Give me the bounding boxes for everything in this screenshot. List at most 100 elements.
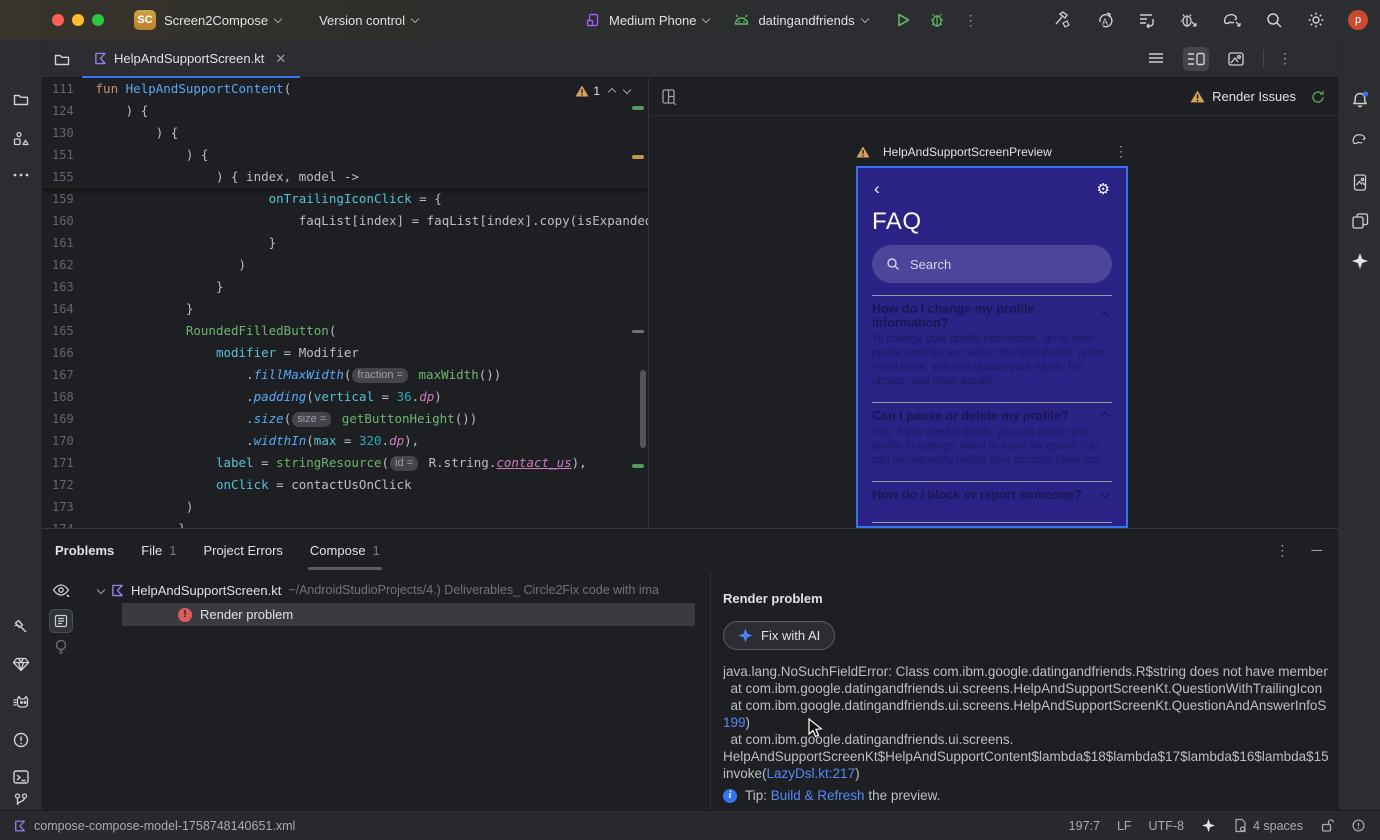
code-line-111: 111 fun HelpAndSupportContent( xyxy=(52,81,292,96)
tree-file-row[interactable]: HelpAndSupportScreen.kt ~/AndroidStudioP… xyxy=(80,579,710,601)
device-selector[interactable]: Medium Phone xyxy=(585,12,711,28)
inspection-widget[interactable]: 1 xyxy=(571,83,634,99)
apply-changes-icon[interactable]: A xyxy=(1095,10,1115,30)
status-file-name: compose-compose-model-1758748140651.xml xyxy=(34,818,296,833)
editor-options-icon[interactable]: ⋮ xyxy=(1278,50,1292,67)
preview-source-toggle[interactable] xyxy=(49,609,73,633)
debug-button[interactable] xyxy=(928,11,946,29)
folder-icon[interactable] xyxy=(42,50,82,68)
logcat-icon[interactable] xyxy=(11,693,30,710)
gemini-sparkle-icon[interactable] xyxy=(1351,252,1369,270)
editor-scrollbar[interactable] xyxy=(640,370,646,448)
caret-position[interactable]: 197:7 xyxy=(1069,819,1100,833)
problem-detail-pane: Render problem Fix with AI java.lang.NoS… xyxy=(710,571,1338,810)
preview-options-icon[interactable]: ⋮ xyxy=(1114,143,1128,160)
project-selector[interactable]: Screen2Compose xyxy=(156,13,283,28)
minimize-panel-icon[interactable]: ─ xyxy=(1311,542,1322,559)
settings-gear-icon[interactable] xyxy=(1306,10,1326,30)
kotlin-file-icon xyxy=(14,820,26,832)
view-options-eye-icon[interactable] xyxy=(52,583,70,597)
preview-render-frame[interactable]: ‹ ⚙ FAQ Search How do I change my profil… xyxy=(856,166,1128,528)
warning-count: 1 xyxy=(593,84,600,98)
more-tool-windows-icon[interactable] xyxy=(13,172,29,178)
code-editor[interactable]: 111 fun HelpAndSupportContent(124 ) {130… xyxy=(42,78,648,528)
layout-inspector-icon[interactable] xyxy=(1351,212,1369,230)
problems-tab-file[interactable]: File 1 xyxy=(141,543,176,558)
status-file[interactable]: compose-compose-model-1758748140651.xml xyxy=(14,819,295,833)
panel-options-icon[interactable]: ⋮ xyxy=(1275,542,1289,559)
fix-with-ai-button[interactable]: Fix with AI xyxy=(723,621,836,650)
close-tab-icon[interactable]: ✕ xyxy=(275,51,286,67)
quickfix-bulb-icon[interactable] xyxy=(54,639,68,655)
run-button[interactable] xyxy=(894,11,912,29)
info-icon: i xyxy=(723,788,737,803)
tree-problem-row[interactable]: ! Render problem xyxy=(122,603,695,626)
warning-icon xyxy=(1190,90,1205,103)
problems-tab-bar: Problems File 1 Project Errors Compose 1 ⋮ ─ xyxy=(42,529,1338,571)
gradle-sync-icon[interactable] xyxy=(1221,10,1243,30)
build-project-icon[interactable] xyxy=(1053,10,1073,30)
problems-tab-compose[interactable]: Compose 1 xyxy=(307,543,382,570)
indent-setting[interactable]: 4 spaces xyxy=(1233,818,1303,833)
code-line-174: 174 } xyxy=(42,518,648,528)
stack-link[interactable]: LazyDsl.kt:217 xyxy=(767,766,856,781)
unlocked-padlock-icon[interactable] xyxy=(1320,818,1334,833)
faq-heading: FAQ xyxy=(872,208,922,235)
design-view-button[interactable] xyxy=(1223,47,1249,71)
apply-code-changes-icon[interactable] xyxy=(1137,10,1157,30)
stack-line: java.lang.NoSuchFieldError: Class com.ib… xyxy=(723,664,1328,679)
tab-helpandsupportscreen[interactable]: HelpAndSupportScreen.kt ✕ xyxy=(82,40,301,79)
status-problems-icon[interactable] xyxy=(1351,818,1366,833)
minimize-window-button[interactable] xyxy=(72,14,84,26)
indent-file-icon xyxy=(1233,818,1247,833)
app-quality-insights-icon[interactable] xyxy=(11,656,30,673)
indent-label: 4 spaces xyxy=(1252,818,1303,833)
resource-manager-icon[interactable] xyxy=(12,130,30,148)
terminal-tool-icon[interactable] xyxy=(12,768,30,786)
attach-debugger-icon[interactable] xyxy=(1179,10,1199,30)
build-tool-icon[interactable] xyxy=(11,618,30,637)
code-line-170: 170 .widthIn(max = 320.dp), xyxy=(52,433,420,448)
vcs-tool-icon[interactable] xyxy=(12,792,29,809)
split-view-button[interactable] xyxy=(1183,46,1209,71)
problems-tab-problems[interactable]: Problems xyxy=(55,543,114,558)
code-line-155: 155 ) { index, model -> xyxy=(52,169,359,184)
code-line-172: 172 onClick = contactUsOnClick xyxy=(52,477,412,492)
problems-tab-project-errors[interactable]: Project Errors xyxy=(203,543,282,558)
code-view-button[interactable] xyxy=(1143,47,1169,71)
render-issues-button[interactable]: Render Issues xyxy=(1190,89,1296,104)
build-refresh-link[interactable]: Build & Refresh xyxy=(771,788,865,803)
close-window-button[interactable] xyxy=(52,14,64,26)
file-encoding[interactable]: UTF-8 xyxy=(1149,819,1184,833)
vcs-menu[interactable]: Version control xyxy=(319,13,420,28)
stack-link[interactable]: 199 xyxy=(723,715,746,730)
more-run-options-button[interactable]: ⋮ xyxy=(964,12,978,29)
gradle-tool-icon[interactable] xyxy=(1350,130,1370,147)
notifications-bell-icon[interactable] xyxy=(1350,90,1370,110)
next-problem-icon[interactable] xyxy=(622,85,632,95)
stack-line: HelpAndSupportScreenKt$HelpAndSupportCon… xyxy=(723,749,1329,764)
run-toolbar: Medium Phone datingandfriends ⋮ xyxy=(585,0,978,40)
search-everywhere-icon[interactable] xyxy=(1265,11,1284,30)
problems-tool-icon[interactable] xyxy=(12,731,30,749)
title-bar: SC Screen2Compose Version control Medium… xyxy=(0,0,1380,40)
warning-icon xyxy=(575,85,589,97)
preview-title: HelpAndSupportScreenPreview xyxy=(883,144,1052,159)
fold-marker-gray xyxy=(632,330,644,333)
run-config-selector[interactable]: datingandfriends xyxy=(733,13,869,28)
zoom-window-button[interactable] xyxy=(92,14,104,26)
stack-line: invoke(LazyDsl.kt:217) xyxy=(723,766,860,781)
project-tool-icon[interactable] xyxy=(12,90,30,108)
refresh-preview-icon[interactable] xyxy=(1310,89,1326,105)
chevron-down-icon xyxy=(702,14,711,23)
running-devices-icon[interactable] xyxy=(1351,173,1368,192)
ai-status-sparkle-icon[interactable] xyxy=(1201,818,1216,833)
code-line-162: 162 ) xyxy=(52,257,247,272)
mouse-cursor xyxy=(808,718,823,738)
layout-grid-icon[interactable] xyxy=(661,88,678,105)
preview-title-row[interactable]: HelpAndSupportScreenPreview ⋮ xyxy=(856,143,1128,160)
chevron-down-icon xyxy=(96,585,106,595)
line-separator[interactable]: LF xyxy=(1117,819,1132,833)
user-avatar[interactable]: p xyxy=(1348,10,1368,30)
prev-problem-icon[interactable] xyxy=(607,87,617,97)
